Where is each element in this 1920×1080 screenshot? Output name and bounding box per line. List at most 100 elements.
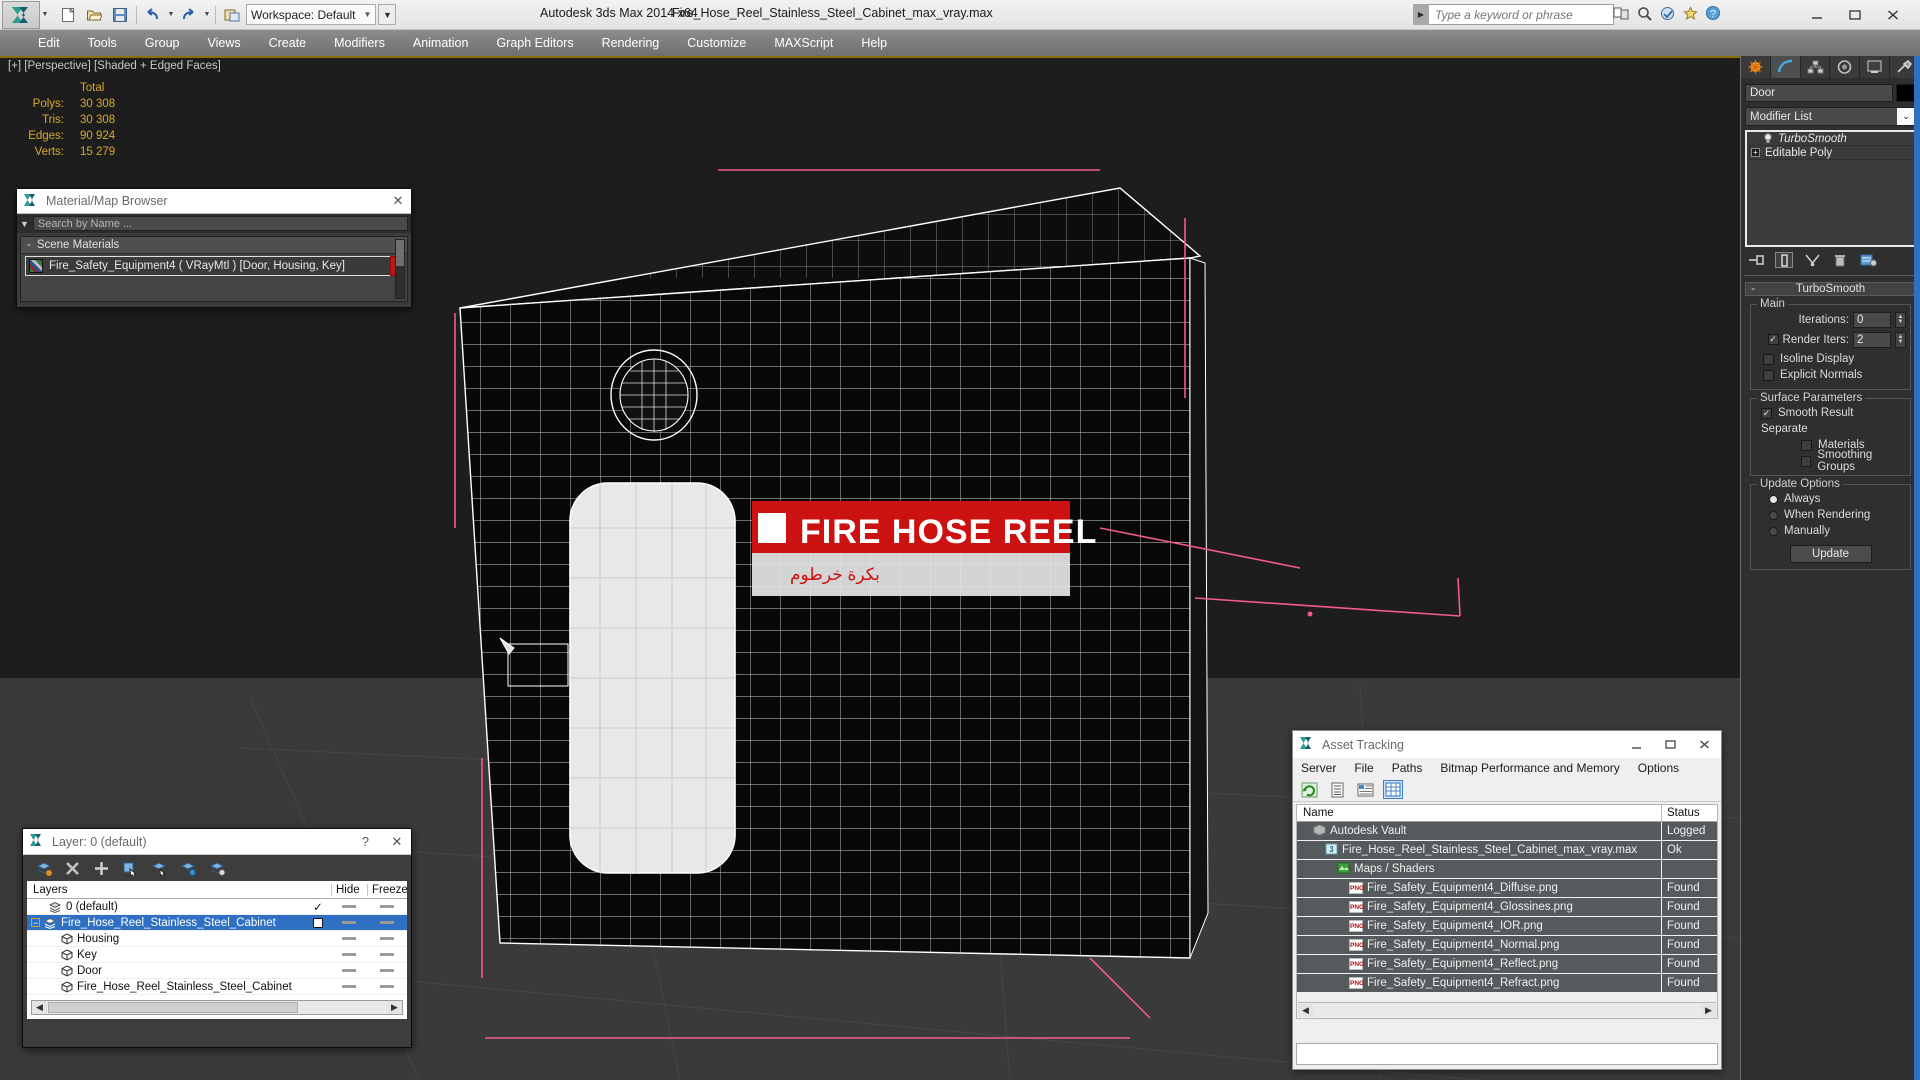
app-menu-caret-icon[interactable]: ▼ [40,5,50,25]
isoline-row[interactable]: Isoline Display [1755,351,1906,367]
menu-item-graph-editors[interactable]: Graph Editors [482,30,587,56]
table-row[interactable]: Door [27,963,407,979]
menu-item-file[interactable]: File [1354,761,1373,775]
search-dropdown-icon[interactable]: ▶ [1413,4,1429,25]
select-objects-icon[interactable] [122,860,139,877]
viewport-label[interactable]: [+] [Perspective] [Shaded + Edged Faces] [8,60,221,72]
layer-hide-toggle[interactable] [331,953,367,956]
update-button[interactable]: Update [1789,545,1872,563]
menu-item-tools[interactable]: Tools [74,30,131,56]
table-row[interactable]: Fire_Hose_Reel_Stainless_Steel_Cabinet [27,979,407,995]
asset-tracking-table[interactable]: Name Status Autodesk Vault Logged 3 Fire… [1296,804,1718,1019]
collapse-icon[interactable]: - [27,239,31,251]
highlight-selected-icon[interactable] [180,860,197,877]
table-row[interactable]: PNG Fire_Safety_Equipment4_Glossines.png… [1297,898,1717,917]
material-list-item[interactable]: Fire_Safety_Equipment4 ( VRayMtl ) [Door… [25,256,404,276]
render-iters-checkbox[interactable]: ✓ [1767,334,1779,345]
set-project-icon[interactable] [220,3,244,27]
table-row[interactable]: 3 Fire_Hose_Reel_Stainless_Steel_Cabinet… [1297,841,1717,860]
redo-icon[interactable] [177,3,201,27]
close-button[interactable] [1687,731,1721,758]
asset-horizontal-scrollbar[interactable]: ◀ ▶ [1298,1002,1716,1017]
object-color-swatch[interactable] [1896,84,1916,102]
menu-item-rendering[interactable]: Rendering [588,30,674,56]
material-browser-search-row[interactable]: ▼ Search by Name ... [17,214,411,233]
table-row[interactable]: Housing [27,931,407,947]
menu-item-bitmap-performance[interactable]: Bitmap Performance and Memory [1440,761,1619,775]
table-row[interactable]: − Fire_Hose_Reel_Stainless_Steel_Cabinet [27,915,407,931]
undo-icon[interactable] [141,3,165,27]
modify-tab[interactable] [1770,55,1801,78]
save-icon[interactable] [108,3,132,27]
new-layer-icon[interactable] [35,860,52,877]
configure-modifier-sets-icon[interactable] [1859,252,1877,268]
materials-checkbox[interactable] [1801,439,1812,451]
menu-item-modifiers[interactable]: Modifiers [320,30,399,56]
layer-freeze-toggle[interactable] [367,953,407,956]
modifier-stack[interactable]: TurboSmooth + Editable Poly [1745,130,1916,247]
help-icon[interactable]: ? [362,834,375,849]
layer-active-check[interactable]: ✓ [305,900,331,914]
add-layer-icon[interactable] [93,860,110,877]
menu-item-views[interactable]: Views [193,30,254,56]
layer-freeze-toggle[interactable] [367,937,407,940]
delete-layer-icon[interactable] [64,860,81,877]
menu-item-customize[interactable]: Customize [673,30,760,56]
pin-stack-icon[interactable] [1747,252,1765,268]
communication-center-icon[interactable] [1612,4,1630,22]
explicit-normals-row[interactable]: Explicit Normals [1755,367,1906,383]
workspace-dropdown-button[interactable]: ▼ [378,4,397,25]
details-view-icon[interactable] [1355,780,1375,799]
refresh-icon[interactable] [1299,780,1319,799]
modifier-list-dropdown[interactable]: Modifier List ⌄ [1745,107,1916,126]
menu-item-maxscript[interactable]: MAXScript [760,30,847,56]
menu-item-animation[interactable]: Animation [399,30,483,56]
layer-hide-toggle[interactable] [331,969,367,972]
search-box[interactable]: ▶ [1413,4,1614,25]
smooth-result-checkbox[interactable]: ✓ [1761,407,1772,419]
radio-icon[interactable] [1769,494,1778,504]
asset-tracking-dialog[interactable]: Asset Tracking Server File Paths Bitmap … [1292,730,1722,1070]
plus-box-icon[interactable]: + [1751,148,1760,157]
search-input[interactable] [1429,4,1614,25]
collapse-icon[interactable]: - [1751,283,1755,295]
update-option-when-rendering[interactable]: When Rendering [1755,507,1906,523]
radio-icon[interactable] [1769,510,1778,520]
smooth-result-row[interactable]: ✓ Smooth Result [1755,405,1906,421]
close-button[interactable] [1882,4,1904,26]
table-row[interactable]: Maps / Shaders [1297,860,1717,879]
scroll-left-icon[interactable]: ◀ [32,1001,47,1014]
layer-freeze-toggle[interactable] [367,985,407,988]
menu-item-create[interactable]: Create [255,30,321,56]
scrollbar-thumb[interactable] [48,1002,298,1013]
modifier-stack-item-turbosmooth[interactable]: TurboSmooth [1747,132,1914,146]
help-icon[interactable]: ? [1704,4,1722,22]
collapse-icon[interactable]: − [31,918,40,927]
iterations-input[interactable]: 0 [1853,311,1891,328]
motion-tab[interactable] [1830,55,1861,78]
list-view-icon[interactable] [1327,780,1347,799]
favorites-star-icon[interactable] [1681,4,1699,22]
menu-item-paths[interactable]: Paths [1392,761,1423,775]
open-icon[interactable] [82,3,106,27]
material-browser-list[interactable]: - Scene Materials Fire_Safety_Equipment4… [20,236,408,302]
grid-view-icon[interactable] [1383,780,1403,799]
table-row[interactable]: 0 (default) ✓ [27,899,407,915]
close-icon[interactable]: ✕ [383,829,411,855]
search-magnifier-icon[interactable] [1635,4,1653,22]
turbosmooth-rollout[interactable]: - TurboSmooth Main Iterations: 0 ▲ ▼ ✓ Re… [1745,282,1916,570]
layer-freeze-toggle[interactable] [367,969,407,972]
layer-hide-toggle[interactable] [331,905,367,908]
chevron-down-icon[interactable]: ▼ [20,219,29,229]
isoline-display-checkbox[interactable] [1763,353,1774,365]
undo-dropdown-caret-icon[interactable]: ▼ [167,11,175,18]
update-option-always[interactable]: Always [1755,491,1906,507]
hierarchy-tab[interactable] [1800,55,1831,78]
maximize-button[interactable] [1653,731,1687,758]
radio-icon[interactable] [1769,526,1778,536]
make-unique-icon[interactable] [1803,252,1821,268]
maximize-button[interactable] [1844,4,1866,26]
remove-modifier-icon[interactable] [1831,252,1849,268]
layer-dialog[interactable]: Layer: 0 (default) ? ✕ Layers Hide Freez… [22,828,412,1048]
close-icon[interactable]: ✕ [385,189,411,214]
